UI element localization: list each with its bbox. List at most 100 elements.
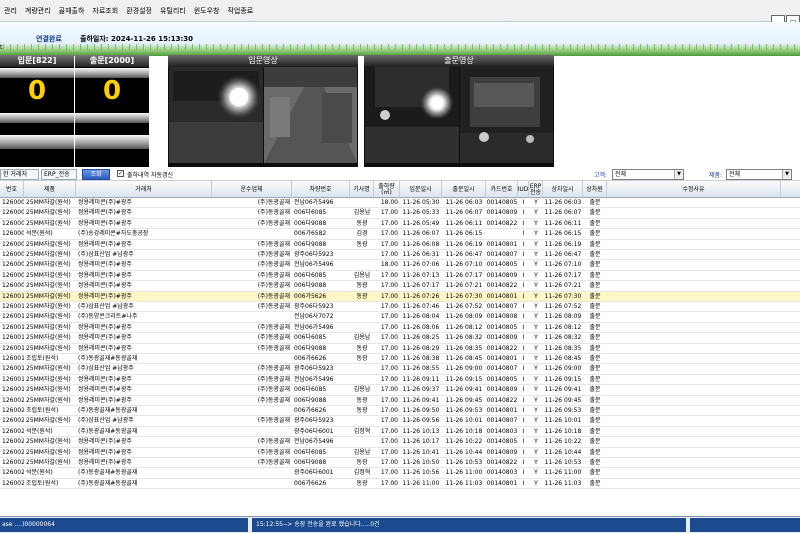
table-row[interactable]: 126002425MM자갈(원석) 쌍용레미콘(주)#광주 (주)동광골재 전남06가… [0, 437, 800, 448]
table-row[interactable]: 126001025MM자갈(원석) 쌍용레미콘(주)#광주 (주)동광골재 006가5… [0, 291, 800, 302]
table-cell [607, 437, 781, 447]
table-cell [607, 468, 781, 478]
search-button[interactable]: 조회 [82, 169, 110, 180]
column-header[interactable]: 거래처 [76, 181, 212, 198]
table-row[interactable]: 126001225MM자갈(원석) (주)동양콘크리트#나주 전남06사7072 17… [0, 312, 800, 323]
table-row[interactable]: 126000725MM자갈(원석) 쌍용레미콘(주)#광주 (주)동광골재 전남06가… [0, 260, 800, 271]
table-row[interactable]: 126002225MM자갈(원석) (주)삼표산업 #남광주 (주)동광골재 광주06… [0, 416, 800, 427]
connection-status: 연결완료 [36, 35, 62, 43]
outbound-camera-1[interactable] [365, 67, 459, 163]
menu-item[interactable]: 환경설정 [122, 6, 156, 16]
table-cell: 출문 [589, 282, 601, 290]
table-row[interactable]: 126002025MM자갈(원석) 쌍용레미콘(주)#광주 (주)동광골재 006다9… [0, 396, 800, 406]
table-cell: 00140809 [486, 386, 518, 394]
table-row[interactable]: 126001425MM자갈(원석) 쌍용레미콘(주)#광주 (주)동광골재 006다6… [0, 333, 800, 344]
auto-refresh-checkbox[interactable]: ✓ [117, 170, 124, 177]
table-cell: (주)송강레미콘#자도충공장 [78, 230, 149, 238]
table-cell: 김정혁 [353, 469, 371, 477]
table-cell [607, 229, 781, 239]
table-row[interactable]: 126000825MM자갈(원석) 쌍용레미콘(주)#광주 (주)동광골재 006다6… [0, 271, 800, 282]
table-row[interactable]: 1260004석분(원석) (주)송강레미콘#자도충공장 006가6582 김경 17.… [0, 229, 800, 240]
menu-item[interactable]: 관리 [0, 6, 21, 16]
table-cell: 006다6085 [294, 271, 327, 279]
table-cell: Y [534, 292, 538, 300]
column-header[interactable]: 차량번호 [292, 181, 350, 198]
table-cell: 25MM자갈(원석) [26, 282, 71, 290]
menu-item[interactable]: 작업종료 [223, 6, 257, 16]
column-header[interactable]: 번호 [0, 181, 24, 198]
column-header[interactable]: 제품 [24, 181, 76, 198]
table-cell: I [522, 355, 525, 362]
customer-select[interactable]: 전체 ▼ [612, 169, 684, 180]
inbound-bar-mid [0, 113, 74, 123]
table-cell: 11-26 06:19 [445, 240, 483, 248]
table-cell: 11-26 08:09 [544, 313, 582, 321]
table-row[interactable]: 1260023석분(원석) (주)동광골재#동광골재 광주06다6001 김정혁 17.… [0, 427, 800, 438]
column-header[interactable]: 입문일시 [400, 181, 442, 198]
inbound-camera-2[interactable] [264, 67, 357, 163]
table-cell: 25MM자갈(원석) [26, 261, 71, 269]
inbound-camera-1[interactable] [169, 67, 263, 163]
table-row[interactable]: 126000125MM자갈(원석) 쌍용레미콘(주)#광주 (주)동광골재 전남06가… [0, 198, 800, 209]
table-cell: 25MM자갈(원석) [26, 344, 71, 352]
table-row[interactable]: 126001725MM자갈(원석) (주)삼표산업 #남광주 (주)동광골재 광주06… [0, 364, 800, 375]
table-cell: 00140801 [486, 355, 518, 362]
table-cell: 쌍용레미콘(주)#광주 [78, 282, 132, 290]
table-row[interactable]: 126001925MM자갈(원석) 쌍용레미콘(주)#광주 (주)동광골재 006다6… [0, 385, 800, 396]
column-header[interactable]: IUD [518, 181, 529, 198]
table-row[interactable]: 1260016조립토(원석) (주)동광골재#동광골재 006가6626 동광 17.0… [0, 354, 800, 365]
table-cell: 00140822 [486, 459, 518, 466]
table-cell: 출문 [589, 230, 601, 238]
table-row[interactable]: 126001325MM자갈(원석) 쌍용레미콘(주)#광주 (주)동광골재 전남06가… [0, 323, 800, 334]
table-row[interactable]: 126002525MM자갈(원석) 쌍용레미콘(주)#광주 (주)동광골재 006다6… [0, 448, 800, 458]
table-cell: 출문 [589, 459, 601, 466]
table-cell: 쌍용레미콘(주)#광주 [78, 386, 132, 394]
column-header[interactable]: 출하량(㎥) [374, 181, 400, 198]
tab-erp[interactable]: ERP_전송 [41, 169, 77, 180]
table-row[interactable]: 1260027석분(원석) (주)동광골재#동광골재 광주06다6001 김정혁 17.… [0, 468, 800, 479]
table-cell: 출문 [589, 240, 601, 248]
table-cell: 17.00 [380, 323, 398, 331]
table-cell: I [522, 386, 525, 394]
table-row[interactable]: 126001525MM자갈(원석) 쌍용레미콘(주)#광주 (주)동광골재 006다9… [0, 344, 800, 354]
column-header[interactable]: 상차원 [583, 181, 607, 198]
column-header[interactable]: 운수업체 [212, 181, 292, 198]
table-cell: 출문 [589, 323, 601, 331]
table-row[interactable]: 1260028조립토(원석) (주)동광골재#동광골재 006가6626 동광 17.0… [0, 479, 800, 490]
table-cell: 출문 [589, 438, 601, 446]
table-cell [350, 375, 374, 385]
menu-item[interactable]: 계량관리 [21, 6, 55, 16]
column-header[interactable]: 카드번호 [486, 181, 518, 198]
table-row[interactable]: 126000525MM자갈(원석) 쌍용레미콘(주)#광주 (주)동광골재 006다9… [0, 240, 800, 250]
column-header[interactable]: 기사명 [350, 181, 374, 198]
column-header[interactable]: ERP전송 [529, 181, 543, 198]
table-cell: 11-26 06:08 [402, 240, 440, 248]
menu-item[interactable]: 골재출하 [55, 6, 89, 16]
table-cell: Y [534, 199, 538, 206]
table-row[interactable]: 126000925MM자갈(원석) 쌍용레미콘(주)#광주 (주)동광골재 006다9… [0, 281, 800, 292]
menu-item[interactable]: 윈도우창 [190, 6, 224, 16]
table-cell: 쌍용레미콘(주)#광주 [78, 199, 132, 206]
chevron-down-icon[interactable]: ▼ [674, 170, 683, 179]
table-row[interactable]: 126001125MM자갈(원석) (주)삼표산업 #남광주 (주)동광골재 광주06… [0, 302, 800, 313]
table-cell: I [522, 251, 525, 258]
table-cell: 광주06다6001 [294, 469, 334, 477]
table-row[interactable]: 126000625MM자갈(원석) (주)삼표산업 #남광주 (주)동광골재 광주06… [0, 250, 800, 261]
chevron-down-icon[interactable]: ▼ [782, 170, 791, 179]
outbound-camera-2[interactable] [460, 67, 553, 163]
column-header[interactable]: 수정사유 [607, 181, 781, 198]
table-row[interactable]: 126001825MM자갈(원석) 쌍용레미콘(주)#광주 (주)동광골재 전남06가… [0, 375, 800, 386]
table-cell: 1260003 [2, 219, 24, 227]
menu-item[interactable]: 자료조회 [88, 6, 122, 16]
column-header[interactable]: 출문일시 [442, 181, 486, 198]
product-select[interactable]: 전체 ▼ [726, 169, 792, 180]
menu-item[interactable]: 유틸리티 [156, 6, 190, 16]
column-header[interactable]: 상차일시 [543, 181, 583, 198]
table-row[interactable]: 126002625MM자갈(원석) 쌍용레미콘(주)#광주 (주)동광골재 006다9… [0, 458, 800, 469]
table-cell: 25MM자갈(원석) [26, 448, 71, 456]
table-cell: Y [534, 459, 538, 466]
tab-clients[interactable]: 한 거래처 [0, 169, 39, 180]
table-row[interactable]: 1260021조립토(원석) (주)동광골재#동광골재 006가6626 동광 17.0… [0, 406, 800, 417]
table-row[interactable]: 126000225MM자갈(원석) 쌍용레미콘(주)#광주 (주)동광골재 006다6… [0, 208, 800, 219]
table-row[interactable]: 126000325MM자갈(원석) 쌍용레미콘(주)#광주 (주)동광골재 006다9… [0, 219, 800, 230]
